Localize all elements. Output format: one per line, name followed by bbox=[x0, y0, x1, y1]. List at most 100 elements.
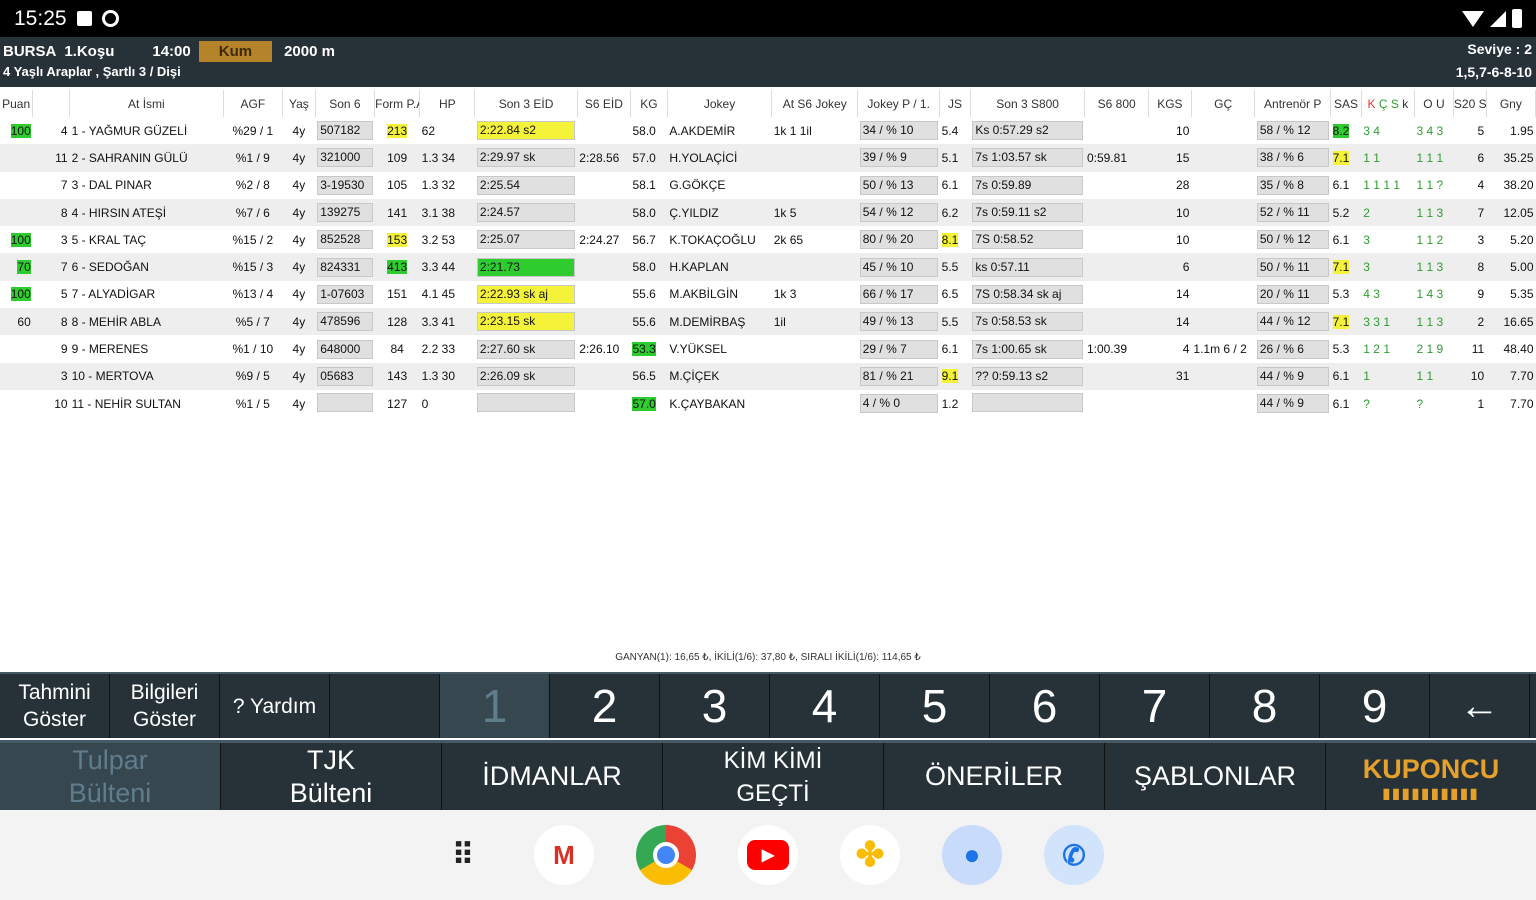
tab-tulpar-bulteni[interactable]: Tulpar Bülteni bbox=[0, 743, 221, 810]
race-2-button[interactable]: 2 bbox=[550, 674, 660, 738]
race-3-button[interactable]: 3 bbox=[660, 674, 770, 738]
tab-kim-kimi-gecti[interactable]: KİM KİMİ GEÇTİ bbox=[663, 743, 884, 810]
cell-no: 4 bbox=[33, 117, 70, 144]
col-agf[interactable]: AGF bbox=[223, 90, 284, 117]
table-row[interactable]: 73 - DAL PINAR %2 / 8 4y 3-19530 105 1.3 32 2:… bbox=[0, 172, 1536, 199]
yardim-button[interactable]: ? Yardım bbox=[220, 674, 330, 738]
race-1-button[interactable]: 1 bbox=[440, 674, 550, 738]
tab-kuponcu[interactable]: KUPONCU ▮▮▮▮▮▮▮▮▮▮ bbox=[1326, 743, 1536, 810]
cell-son3-eid: 2:29.97 sk bbox=[475, 144, 577, 171]
table-row[interactable]: 10 11 - NEHİR SULTAN %1 / 5 4y 127 0 57.0 K.ÇAY… bbox=[0, 390, 1536, 417]
youtube-icon[interactable]: ▶ bbox=[738, 825, 798, 885]
table-row[interactable]: 3 10 - MERTOVA %9 / 5 4y 05683 143 1.3 30 2:26.… bbox=[0, 362, 1536, 390]
cell-kcs-value: 1 1 bbox=[1363, 150, 1380, 165]
col-son3-s800[interactable]: Son 3 S800 bbox=[970, 90, 1086, 117]
col-son6[interactable]: Son 6 bbox=[315, 90, 376, 117]
race-4-button[interactable]: 4 bbox=[770, 674, 880, 738]
col-at-s6-jokey[interactable]: At S6 Jokey bbox=[771, 90, 859, 117]
col-at-ismi[interactable]: At İsmi bbox=[69, 90, 224, 117]
cell-at-s6-jokey: 1k 3 bbox=[772, 281, 858, 308]
col-puan[interactable]: Puan bbox=[0, 90, 34, 117]
cell-sas-value: 6.1 bbox=[1332, 178, 1350, 193]
col-kg[interactable]: KG bbox=[630, 90, 668, 117]
cell-age: 4y bbox=[283, 335, 316, 362]
col-sas[interactable]: SAS bbox=[1330, 90, 1362, 117]
cell-form: 143 bbox=[375, 363, 420, 390]
cell-age: 4y bbox=[283, 253, 316, 280]
cell-gny: 7.70 bbox=[1486, 390, 1535, 417]
race-5-button[interactable]: 5 bbox=[880, 674, 990, 738]
cell-son6-value: 139275 bbox=[317, 203, 373, 223]
race-distance: 2000 m bbox=[284, 42, 335, 60]
gmail-icon[interactable]: M bbox=[534, 825, 594, 885]
col-yas[interactable]: Yaş bbox=[282, 90, 316, 117]
col-s20[interactable]: S20 St bbox=[1453, 90, 1487, 117]
col-hp[interactable]: HP bbox=[419, 90, 476, 117]
table-row[interactable]: 84 - HIRSIN ATEŞİ %7 / 6 4y 139275 141 3.1 38… bbox=[0, 198, 1536, 227]
col-kgs[interactable]: KGS bbox=[1148, 90, 1192, 117]
cell-horse-name-value: 2 - SAHRANIN GÜLÜ bbox=[71, 150, 188, 165]
cell-st-value: 10 bbox=[1470, 369, 1485, 384]
cell-antrenor-p: 44 / % 9 bbox=[1255, 363, 1331, 390]
cell-kcs-value: 3 bbox=[1363, 232, 1370, 247]
table-row[interactable]: 99 - MERENES %1 / 10 4y 648000 84 2.2 33 2:27.… bbox=[0, 335, 1536, 362]
tab-sablonlar[interactable]: ŞABLONLAR bbox=[1105, 743, 1326, 810]
cell-antrenor-p: 50 / % 11 bbox=[1255, 253, 1331, 280]
messages-icon[interactable]: ● bbox=[942, 825, 1002, 885]
cell-js: 5.5 bbox=[940, 253, 971, 280]
race-6-button[interactable]: 6 bbox=[990, 674, 1100, 738]
table-row[interactable]: 11 2 - SAHRANIN GÜLÜ %1 / 9 4y 321000 109 1.3 … bbox=[0, 144, 1536, 172]
cell-kcs-value: 2 bbox=[1363, 205, 1370, 220]
cell-age-value: 4y bbox=[292, 178, 306, 193]
cell-js: 6.5 bbox=[940, 281, 971, 308]
col-gc[interactable]: GÇ bbox=[1191, 90, 1256, 117]
cell-son3-s800-value: 7S 0:58.34 sk aj bbox=[972, 284, 1083, 304]
race-7-button[interactable]: 7 bbox=[1100, 674, 1210, 738]
phone-icon[interactable]: ✆ bbox=[1044, 825, 1104, 885]
bilgileri-goster-button[interactable]: Bilgileri Göster bbox=[110, 674, 220, 738]
cell-antrenor-p: 44 / % 9 bbox=[1255, 390, 1331, 417]
table-row[interactable]: 100 4 1 - YAĞMUR GÜZELİ %29 / 1 4y 507182 213 6… bbox=[0, 117, 1536, 144]
col-s6-eid[interactable]: S6 EİD bbox=[577, 90, 631, 117]
cell-gny-value: 35.25 bbox=[1503, 150, 1534, 165]
photos-icon[interactable]: ✤ bbox=[840, 825, 900, 885]
tab-idmanlar[interactable]: İDMANLAR bbox=[442, 743, 663, 810]
cell-son3-s800: 7s 0:58.53 sk bbox=[970, 308, 1085, 335]
cell-hp-value: 1.3 30 bbox=[421, 369, 456, 384]
back-arrow-icon[interactable]: ← bbox=[1430, 674, 1530, 738]
cell-st: 6 bbox=[1453, 144, 1486, 171]
cell-at-s6-jokey bbox=[772, 363, 858, 390]
cell-no: 8 bbox=[33, 199, 70, 226]
col-jokey-p[interactable]: Jokey P / 1. bbox=[857, 90, 941, 117]
cell-form: 413 bbox=[375, 253, 420, 280]
col-ou[interactable]: O U bbox=[1414, 90, 1454, 117]
apps-grid-icon[interactable]: ⠿ bbox=[432, 825, 492, 885]
tab-tjk-bulteni[interactable]: TJK Bülteni bbox=[221, 743, 442, 810]
table-row[interactable]: 60 8 8 - MEHİR ABLA %5 / 7 4y 478596 128 3.3 41… bbox=[0, 308, 1536, 336]
tab-oneriler[interactable]: ÖNERİLER bbox=[884, 743, 1105, 810]
col-s6-800[interactable]: S6 800 bbox=[1084, 90, 1149, 117]
col-antrenor-p[interactable]: Antrenör P bbox=[1254, 90, 1332, 117]
cell-jokey: G.GÖKÇE bbox=[667, 172, 771, 199]
chrome-icon[interactable] bbox=[636, 825, 696, 885]
sync-icon bbox=[101, 10, 119, 27]
col-son3-eid[interactable]: Son 3 EİD bbox=[474, 90, 578, 117]
col-gny[interactable]: Gny bbox=[1486, 90, 1536, 117]
col-jokey[interactable]: Jokey bbox=[667, 90, 773, 117]
cell-son6: 05683 bbox=[315, 363, 374, 390]
cell-antrenor-p: 44 / % 12 bbox=[1255, 308, 1331, 335]
table-row[interactable]: 100 5 7 - ALYADİGAR %13 / 4 4y 1-07603 151 4.1 … bbox=[0, 281, 1536, 308]
tahmini-goster-button[interactable]: Tahmini Göster bbox=[0, 674, 110, 738]
cell-st: 5 bbox=[1453, 117, 1486, 144]
cell-son3-s800-value bbox=[972, 392, 1083, 412]
race-8-button[interactable]: 8 bbox=[1210, 674, 1320, 738]
race-9-button[interactable]: 9 bbox=[1320, 674, 1430, 738]
col-js[interactable]: JS bbox=[939, 90, 971, 117]
cell-st: 8 bbox=[1453, 253, 1486, 280]
col-form[interactable]: Form P.AS bbox=[374, 90, 421, 117]
table-row[interactable]: 100 3 5 - KRAL TAÇ %15 / 2 4y 852528 153 3.2 53… bbox=[0, 226, 1536, 253]
cell-horse-name: 3 - DAL PINAR bbox=[70, 172, 224, 199]
table-row[interactable]: 70 7 6 - SEDOĞAN %15 / 3 4y 824331 413 3.3 44 2:… bbox=[0, 253, 1536, 281]
col-kcs[interactable]: K Ç S k bbox=[1361, 90, 1416, 117]
cell-son3-s800-value: Ks 0:57.29 s2 bbox=[972, 121, 1083, 141]
